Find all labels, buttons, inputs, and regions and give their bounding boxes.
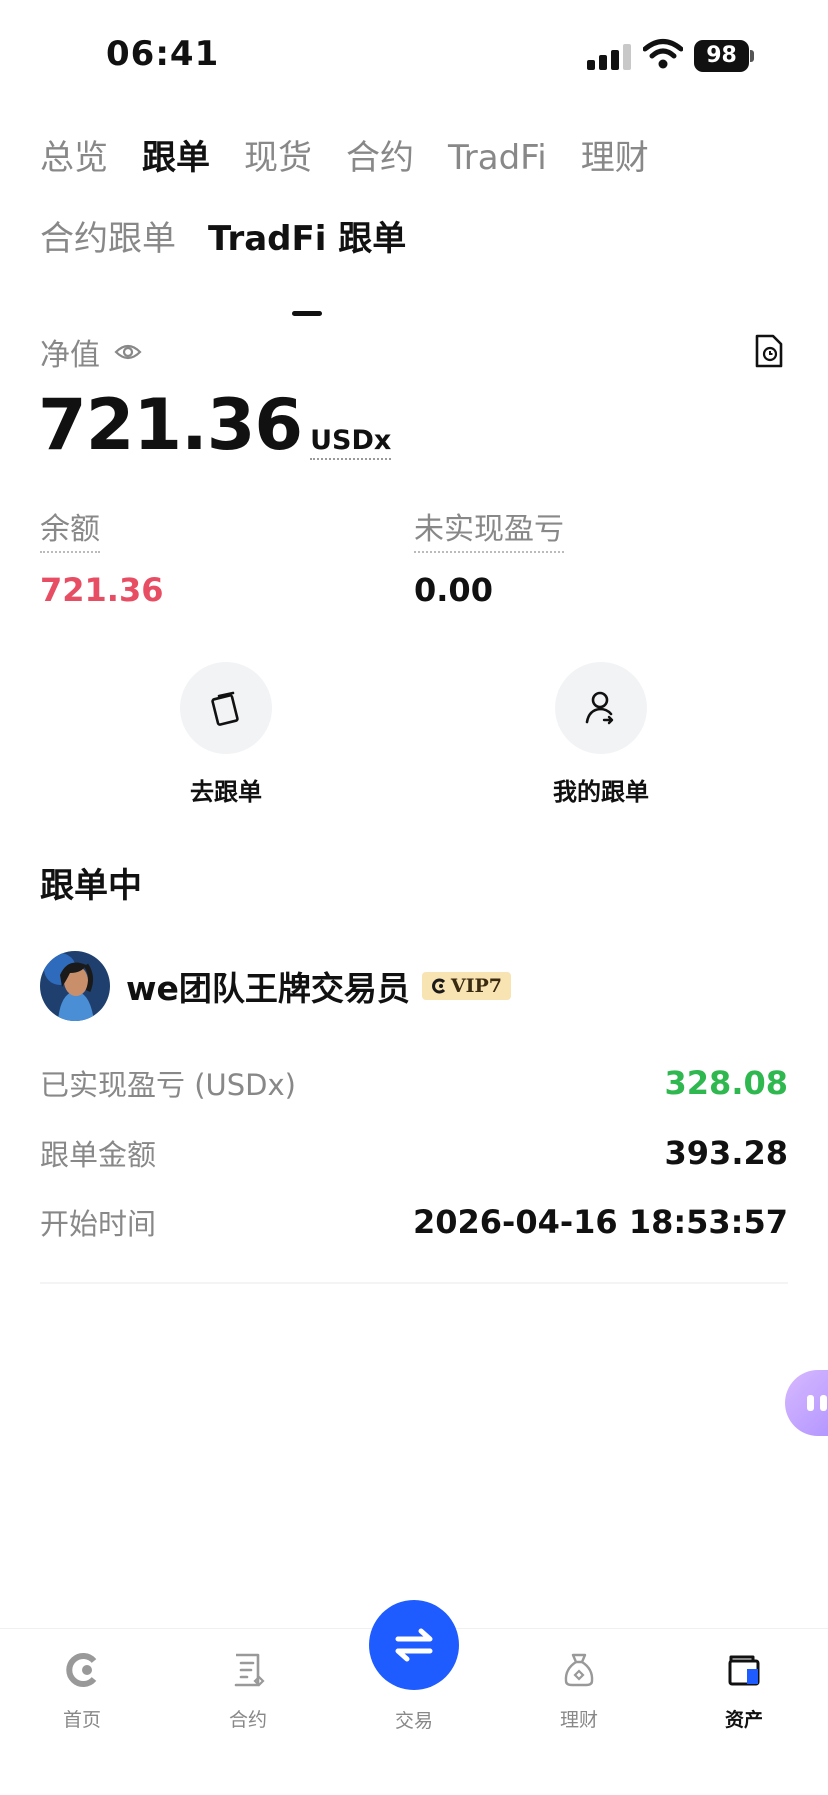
my-copy-button[interactable]: 我的跟单 <box>521 662 681 807</box>
wallet-icon <box>728 1655 760 1686</box>
vip-logo-icon <box>431 978 445 994</box>
realized-pnl-label: 已实现盈亏 (USDx) <box>40 1068 296 1102</box>
unrealized-pnl-value: 0.00 <box>414 571 493 609</box>
net-value: 721.36 USDx <box>38 384 392 466</box>
net-value-amount: 721.36 <box>38 384 303 466</box>
my-copy-icon-wrap <box>555 662 647 754</box>
go-copy-button[interactable]: 去跟单 <box>146 662 306 807</box>
my-copy-label: 我的跟单 <box>553 778 649 806</box>
tabbar-contract[interactable]: 合约 <box>188 1651 308 1732</box>
go-copy-label: 去跟单 <box>190 778 262 806</box>
tabbar-finance[interactable]: 理财 <box>519 1651 639 1732</box>
money-bag-icon <box>564 1653 594 1687</box>
history-document-icon[interactable] <box>754 334 784 368</box>
subtab-tradfi-copy-label: TradFi 跟单 <box>208 219 407 259</box>
unrealized-pnl-stat: 未实现盈亏 0.00 <box>414 504 564 609</box>
tab-copy-trading[interactable]: 跟单 <box>142 132 210 184</box>
cards-icon <box>211 691 239 726</box>
section-title: 跟单中 <box>40 866 142 906</box>
top-tabs: 总览 跟单 现货 合约 TradFi 理财 <box>40 132 683 184</box>
trader-avatar <box>40 951 110 1021</box>
wifi-icon <box>643 39 683 69</box>
swap-arrows-icon <box>395 1628 433 1662</box>
copy-amount-label: 跟单金额 <box>40 1138 157 1172</box>
start-time-value: 2026-04-16 18:53:57 <box>412 1203 788 1241</box>
balance-label[interactable]: 余额 <box>40 504 100 553</box>
cellular-signal-icon <box>587 44 631 70</box>
balance-stat: 余额 721.36 <box>40 504 163 609</box>
trader-header[interactable]: we团队王牌交易员 VIP7 <box>40 950 512 1022</box>
eye-icon[interactable] <box>114 342 142 362</box>
user-icon <box>585 691 614 725</box>
copy-amount-value: 393.28 <box>664 1134 788 1172</box>
status-time: 06:41 <box>106 34 220 74</box>
realized-pnl-value: 328.08 <box>664 1064 788 1102</box>
subtab-tradfi-copy[interactable]: TradFi 跟单 <box>208 214 407 316</box>
status-bar: 06:41 98 <box>0 0 828 110</box>
home-logo-icon <box>66 1653 97 1687</box>
contract-icon <box>234 1653 265 1687</box>
balance-value: 721.36 <box>40 571 164 609</box>
net-value-header: 净值 <box>40 332 142 373</box>
tab-earn[interactable]: 理财 <box>581 132 649 184</box>
tabbar-home[interactable]: 首页 <box>22 1651 142 1732</box>
net-value-unit[interactable]: USDx <box>310 425 392 460</box>
tab-futures[interactable]: 合约 <box>346 132 414 184</box>
sub-tabs: 合约跟单 TradFi 跟单 <box>40 214 438 316</box>
divider <box>40 1282 788 1284</box>
vip-badge: VIP7 <box>421 972 512 1000</box>
tabbar-assets-label: 资产 <box>724 1709 763 1731</box>
start-time-label: 开始时间 <box>40 1207 157 1241</box>
tabbar-assets[interactable]: 资产 <box>684 1651 804 1732</box>
battery-level: 98 <box>694 40 749 72</box>
start-time-row: 开始时间 2026-04-16 18:53:57 <box>40 1199 788 1245</box>
trade-button[interactable] <box>369 1600 459 1690</box>
unrealized-pnl-label[interactable]: 未实现盈亏 <box>414 504 564 553</box>
battery-icon: 98 <box>694 40 754 72</box>
active-tab-indicator <box>292 311 323 316</box>
tabbar-home-label: 首页 <box>62 1709 101 1731</box>
assistant-bubble[interactable] <box>785 1370 828 1436</box>
vip-level: VIP7 <box>450 975 503 997</box>
tabbar-contract-label: 合约 <box>228 1709 267 1731</box>
net-value-label: 净值 <box>40 338 100 373</box>
go-copy-icon-wrap <box>180 662 272 754</box>
tab-tradfi[interactable]: TradFi <box>448 132 547 184</box>
tabbar-finance-label: 理财 <box>559 1709 598 1731</box>
tab-overview[interactable]: 总览 <box>40 132 108 184</box>
tab-spot[interactable]: 现货 <box>244 132 312 184</box>
copy-amount-row: 跟单金额 393.28 <box>40 1130 788 1176</box>
realized-pnl-row: 已实现盈亏 (USDx) 328.08 <box>40 1060 788 1106</box>
subtab-futures-copy[interactable]: 合约跟单 <box>40 214 176 294</box>
trader-name: we团队王牌交易员 <box>126 969 410 1008</box>
trade-label: 交易 <box>394 1710 433 1732</box>
